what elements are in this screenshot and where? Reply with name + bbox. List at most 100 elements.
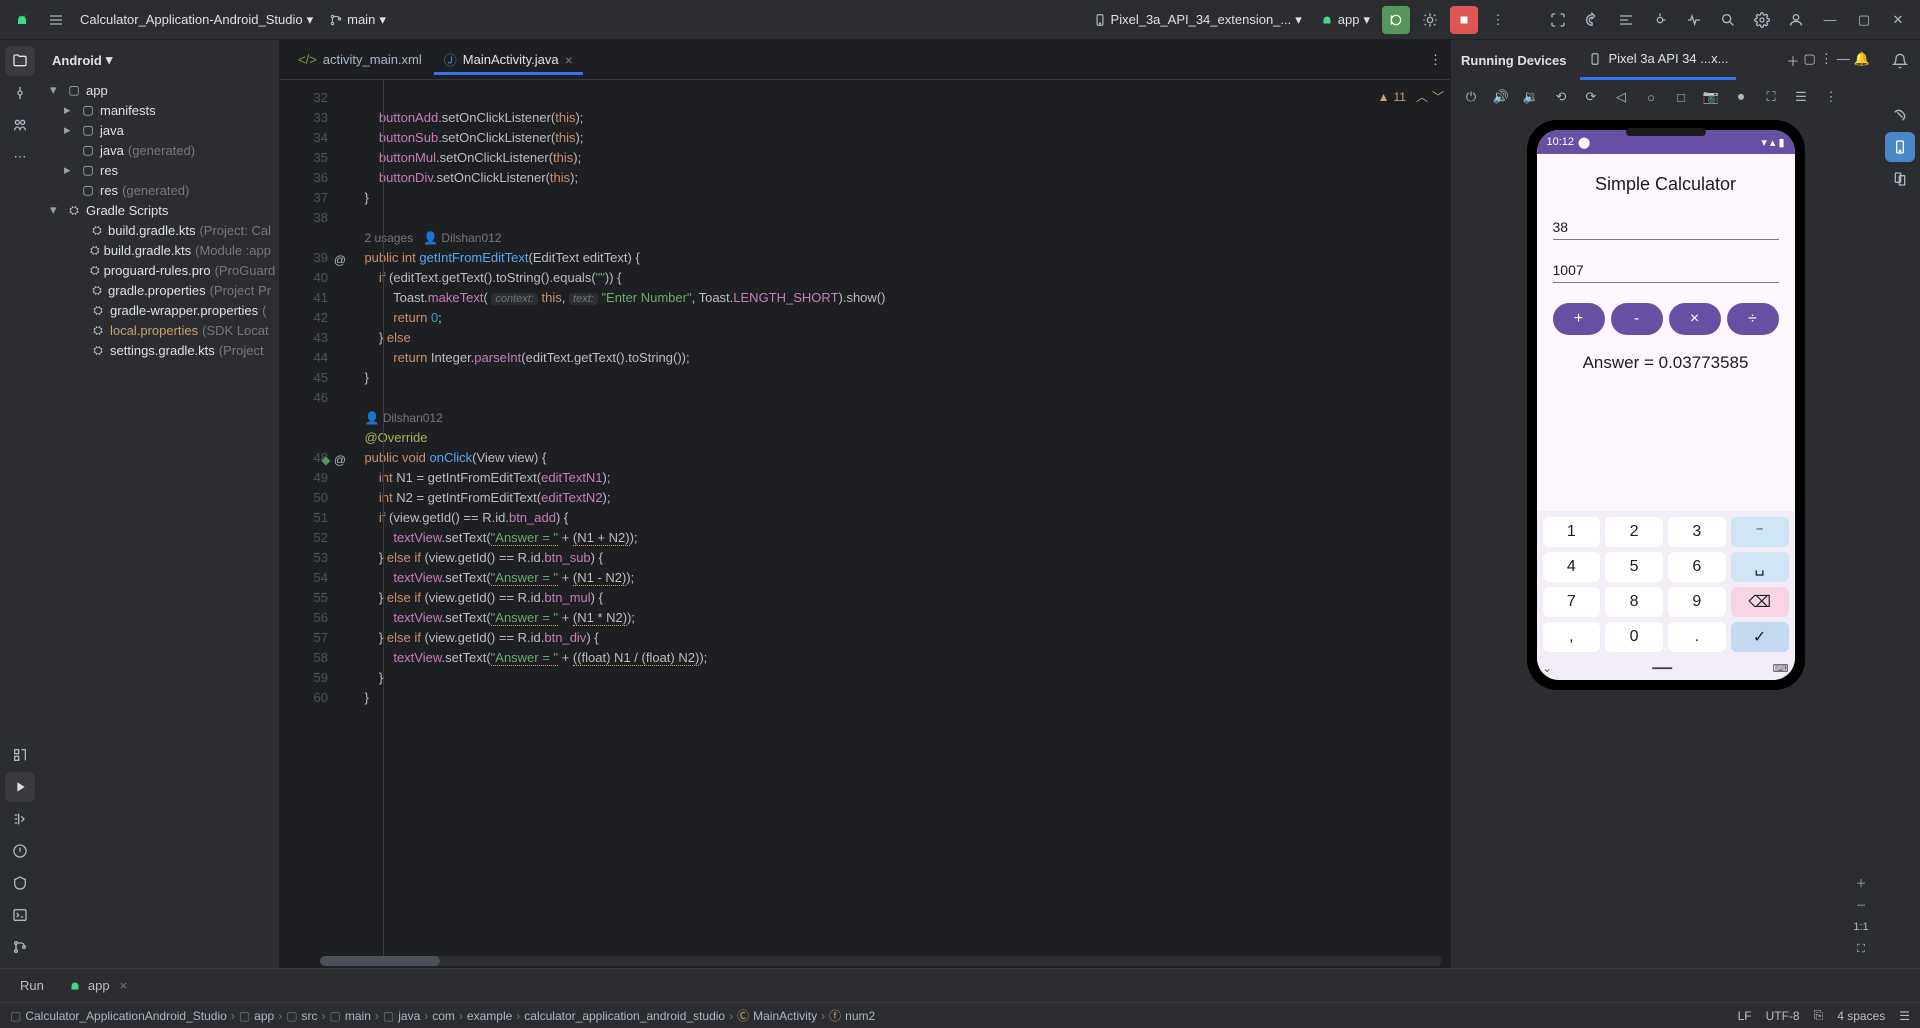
vcs-tool-icon[interactable] <box>5 932 35 962</box>
op-button[interactable]: - <box>1611 303 1663 335</box>
zoom-11-icon[interactable]: 1:1 <box>1850 918 1872 936</box>
vcs-branch-dropdown[interactable]: main ▾ <box>329 12 386 28</box>
tree-node-res-generated[interactable]: ▢res (generated) <box>46 180 273 200</box>
project-tool-icon[interactable] <box>5 46 35 76</box>
resource-manager-icon[interactable] <box>5 110 35 140</box>
keyboard-key[interactable]: 1 <box>1543 517 1601 547</box>
inspection-summary[interactable]: ▲ 11 ︿ ﹀ <box>1378 88 1444 105</box>
running-devices-rail-icon[interactable] <box>1885 132 1915 162</box>
tree-node-manifests[interactable]: ▸▢manifests <box>46 100 273 120</box>
sync-gradle-icon[interactable] <box>1578 6 1606 34</box>
keyboard-key[interactable]: 8 <box>1605 587 1663 617</box>
android-logo-icon[interactable] <box>8 6 36 34</box>
tree-file-gprops[interactable]: ⛭gradle.properties (Project Pr <box>46 280 273 300</box>
project-panel-header[interactable]: Android ▾ <box>40 40 279 80</box>
project-name-dropdown[interactable]: Calculator_Application-Android_Studio ▾ <box>80 12 313 28</box>
crumb-segment[interactable]: example <box>467 1009 512 1023</box>
minimize-panel-icon[interactable]: — <box>1837 51 1850 70</box>
logcat-tool-icon[interactable] <box>5 804 35 834</box>
volume-down-icon[interactable]: 🔉 <box>1519 85 1543 109</box>
keyboard-key[interactable]: ⌫ <box>1731 587 1789 617</box>
minimize-window-icon[interactable]: — <box>1816 6 1844 34</box>
structure-tool-icon[interactable] <box>5 740 35 770</box>
device-more-icon[interactable]: ⋮ <box>1819 85 1843 109</box>
num2-field[interactable]: 1007 <box>1553 254 1779 283</box>
tree-file-build2[interactable]: ⛭build.gradle.kts (Module :app <box>46 240 273 260</box>
keyboard-key[interactable]: 2 <box>1605 517 1663 547</box>
tree-node-gradle-scripts[interactable]: ▾⛭Gradle Scripts <box>46 200 273 220</box>
search-icon[interactable] <box>1714 6 1742 34</box>
keyboard-key[interactable]: ⁻ <box>1731 517 1789 547</box>
main-menu-icon[interactable] <box>42 6 70 34</box>
code-editor[interactable]: ▲ 11 ︿ ﹀ 3233343536373839@40414243444546… <box>280 80 1450 956</box>
crumb-segment[interactable]: num2 <box>845 1009 875 1023</box>
problems-tool-icon[interactable] <box>5 836 35 866</box>
tree-file-gwrap[interactable]: ⛭gradle-wrapper.properties ( <box>46 300 273 320</box>
op-button[interactable]: × <box>1669 303 1721 335</box>
kb-mode-icon[interactable]: ⌨ <box>1773 662 1789 676</box>
run-config-selector[interactable]: app ▾ <box>1314 10 1376 30</box>
volume-up-icon[interactable]: 🔊 <box>1489 85 1513 109</box>
notifications-rail-icon[interactable] <box>1885 46 1915 76</box>
keyboard-key[interactable]: . <box>1668 622 1726 652</box>
device-selector[interactable]: Pixel_3a_API_34_extension_... ▾ <box>1087 10 1308 30</box>
breadcrumbs[interactable]: ▢Calculator_ApplicationAndroid_Studio›▢a… <box>10 1007 875 1024</box>
run-tab[interactable]: Run <box>12 976 52 995</box>
tree-file-settings[interactable]: ⛭settings.gradle.kts (Project <box>46 340 273 360</box>
crumb-segment[interactable]: java <box>398 1009 420 1023</box>
device-tab[interactable]: Pixel 3a API 34 ...x... <box>1580 40 1736 80</box>
window-mode-icon[interactable]: ▢ <box>1804 51 1816 70</box>
back-icon[interactable]: ◁ <box>1609 85 1633 109</box>
code-content[interactable]: buttonAdd.setOnClickListener(this); butt… <box>350 80 1450 956</box>
kb-collapse-icon[interactable]: ⌄ <box>1543 662 1552 676</box>
keyboard-key[interactable]: 7 <box>1543 587 1601 617</box>
close-tab-icon[interactable]: × <box>565 52 573 68</box>
extended-controls-icon[interactable]: ☰ <box>1789 85 1813 109</box>
run-app-tab[interactable]: app × <box>60 976 135 995</box>
terminal-tool-icon[interactable] <box>5 900 35 930</box>
screenshot-icon[interactable]: 📷 <box>1699 85 1723 109</box>
overview-icon[interactable]: □ <box>1669 85 1693 109</box>
tree-file-build1[interactable]: ⛭build.gradle.kts (Project: Cal <box>46 220 273 240</box>
app-quality-icon[interactable] <box>1680 6 1708 34</box>
close-run-tab-icon[interactable]: × <box>120 978 128 993</box>
encoding[interactable]: UTF-8 <box>1766 1009 1800 1023</box>
close-window-icon[interactable]: ✕ <box>1884 6 1912 34</box>
stop-button[interactable] <box>1450 6 1478 34</box>
power-icon[interactable]: ⏻ <box>1459 85 1483 109</box>
tree-node-res[interactable]: ▸▢res <box>46 160 273 180</box>
indent-setting[interactable]: 4 spaces <box>1837 1009 1885 1023</box>
rotate-left-icon[interactable]: ⟲ <box>1549 85 1573 109</box>
record-icon[interactable]: ⏺ <box>1729 85 1753 109</box>
tree-node-java-generated[interactable]: ▢java (generated) <box>46 140 273 160</box>
device-manager-rail-icon[interactable] <box>1885 164 1915 194</box>
chevron-up-icon[interactable]: ︿ <box>1416 88 1428 105</box>
tree-file-local[interactable]: ⛭local.properties (SDK Locat <box>46 320 273 340</box>
scroll-thumb[interactable] <box>320 956 440 966</box>
run-button[interactable] <box>1382 6 1410 34</box>
account-icon[interactable] <box>1782 6 1810 34</box>
phone-screen[interactable]: 10:12 ⬤ ▾ ▴ ▮ Simple Calculator <box>1537 130 1795 680</box>
keyboard-key[interactable]: 3 <box>1668 517 1726 547</box>
debug-button[interactable] <box>1416 6 1444 34</box>
settings-icon[interactable] <box>1748 6 1776 34</box>
zoom-out-icon[interactable]: － <box>1850 896 1872 914</box>
keyboard-key[interactable]: 0 <box>1605 622 1663 652</box>
code-with-me-icon[interactable] <box>1544 6 1572 34</box>
add-device-icon[interactable]: ＋ <box>1787 51 1800 70</box>
crumb-segment[interactable]: MainActivity <box>753 1009 817 1023</box>
chevron-down-icon[interactable]: ﹀ <box>1432 88 1444 105</box>
maximize-window-icon[interactable]: ▢ <box>1850 6 1878 34</box>
keyboard-key[interactable]: ✓ <box>1731 622 1789 652</box>
snapshot-icon[interactable]: ⛶ <box>1759 85 1783 109</box>
tree-file-proguard[interactable]: ⛭proguard-rules.pro (ProGuard <box>46 260 273 280</box>
rotate-right-icon[interactable]: ⟳ <box>1579 85 1603 109</box>
keyboard-key[interactable]: 4 <box>1543 552 1601 582</box>
tree-node-app[interactable]: ▾▢app <box>46 80 273 100</box>
more-tools-icon[interactable]: ⋯ <box>5 142 35 172</box>
op-button[interactable]: ÷ <box>1727 303 1779 335</box>
tree-node-java[interactable]: ▸▢java <box>46 120 273 140</box>
keyboard-key[interactable]: 6 <box>1668 552 1726 582</box>
gradle-rail-icon[interactable] <box>1885 100 1915 130</box>
keyboard-key[interactable]: , <box>1543 622 1601 652</box>
